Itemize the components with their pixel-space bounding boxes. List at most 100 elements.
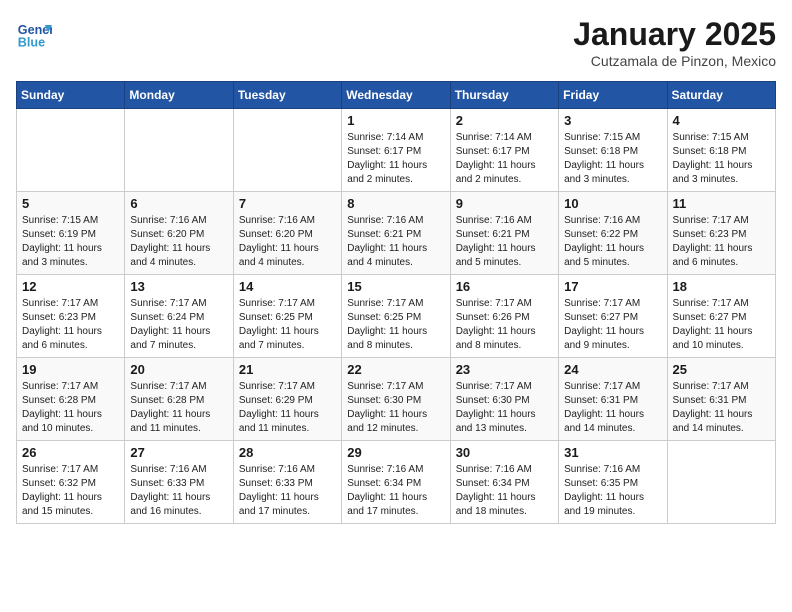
day-info: Sunrise: 7:14 AM Sunset: 6:17 PM Dayligh… [347,131,444,187]
calendar-cell: 18 Sunrise: 7:17 AM Sunset: 6:27 PM Dayli… [667,275,775,358]
calendar-cell: 31Sunrise: 7:16 AM Sunset: 6:35 PM Dayli… [559,441,667,524]
calendar-cell: 27 Sunrise: 7:16 AM Sunset: 6:33 PM Dayli… [125,441,233,524]
calendar-cell: 26Sunrise: 7:17 AM Sunset: 6:32 PM Dayli… [17,441,125,524]
day-number: 28 [239,445,336,460]
day-info: Sunrise: 7:17 AM Sunset: 6:28 PM Dayligh… [130,380,227,436]
day-info: Sunrise: 7:16 AM Sunset: 6:20 PM Dayligh… [239,214,336,270]
day-number: 25 [673,362,770,377]
day-info: Sunrise: 7:16 AM Sunset: 6:20 PM Dayligh… [130,214,227,270]
calendar-cell [667,441,775,524]
day-info: Sunrise: 7:17 AM Sunset: 6:27 PM Dayligh… [673,297,770,353]
calendar-week-2: 5Sunrise: 7:15 AM Sunset: 6:19 PM Daylig… [17,192,776,275]
day-info: Sunrise: 7:17 AM Sunset: 6:31 PM Dayligh… [673,380,770,436]
calendar-cell [233,109,341,192]
day-info: Sunrise: 7:16 AM Sunset: 6:35 PM Dayligh… [564,463,661,519]
day-info: Sunrise: 7:17 AM Sunset: 6:25 PM Dayligh… [239,297,336,353]
day-info: Sunrise: 7:17 AM Sunset: 6:24 PM Dayligh… [130,297,227,353]
day-number: 18 [673,279,770,294]
day-info: Sunrise: 7:17 AM Sunset: 6:30 PM Dayligh… [456,380,553,436]
day-number: 22 [347,362,444,377]
calendar-week-4: 19 Sunrise: 7:17 AM Sunset: 6:28 PM Dayli… [17,358,776,441]
day-info: Sunrise: 7:17 AM Sunset: 6:29 PM Dayligh… [239,380,336,436]
calendar-cell: 11 Sunrise: 7:17 AM Sunset: 6:23 PM Dayli… [667,192,775,275]
calendar-cell: 6 Sunrise: 7:16 AM Sunset: 6:20 PM Daylig… [125,192,233,275]
day-info: Sunrise: 7:17 AM Sunset: 6:28 PM Dayligh… [22,380,119,436]
calendar-table: SundayMondayTuesdayWednesdayThursdayFrid… [16,81,776,524]
day-info: Sunrise: 7:17 AM Sunset: 6:31 PM Dayligh… [564,380,661,436]
calendar-cell: 23 Sunrise: 7:17 AM Sunset: 6:30 PM Dayli… [450,358,558,441]
day-number: 14 [239,279,336,294]
location: Cutzamala de Pinzon, Mexico [573,53,776,69]
logo: General Blue [16,16,52,52]
calendar-cell: 25 Sunrise: 7:17 AM Sunset: 6:31 PM Dayli… [667,358,775,441]
calendar-cell: 5Sunrise: 7:15 AM Sunset: 6:19 PM Daylig… [17,192,125,275]
day-number: 11 [673,196,770,211]
calendar-cell: 8 Sunrise: 7:16 AM Sunset: 6:21 PM Daylig… [342,192,450,275]
day-number: 23 [456,362,553,377]
page-header: General Blue January 2025 Cutzamala de P… [16,16,776,69]
day-header-monday: Monday [125,82,233,109]
day-number: 7 [239,196,336,211]
day-header-friday: Friday [559,82,667,109]
day-info: Sunrise: 7:16 AM Sunset: 6:21 PM Dayligh… [347,214,444,270]
day-number: 20 [130,362,227,377]
calendar-cell: 1 Sunrise: 7:14 AM Sunset: 6:17 PM Daylig… [342,109,450,192]
day-number: 21 [239,362,336,377]
day-header-wednesday: Wednesday [342,82,450,109]
day-number: 10 [564,196,661,211]
day-number: 30 [456,445,553,460]
day-info: Sunrise: 7:15 AM Sunset: 6:18 PM Dayligh… [673,131,770,187]
day-header-sunday: Sunday [17,82,125,109]
day-info: Sunrise: 7:16 AM Sunset: 6:34 PM Dayligh… [347,463,444,519]
day-number: 6 [130,196,227,211]
calendar-cell: 2 Sunrise: 7:14 AM Sunset: 6:17 PM Daylig… [450,109,558,192]
day-number: 24 [564,362,661,377]
day-info: Sunrise: 7:16 AM Sunset: 6:33 PM Dayligh… [130,463,227,519]
calendar-week-5: 26Sunrise: 7:17 AM Sunset: 6:32 PM Dayli… [17,441,776,524]
day-info: Sunrise: 7:16 AM Sunset: 6:21 PM Dayligh… [456,214,553,270]
calendar-cell: 9 Sunrise: 7:16 AM Sunset: 6:21 PM Daylig… [450,192,558,275]
calendar-cell [125,109,233,192]
day-info: Sunrise: 7:17 AM Sunset: 6:25 PM Dayligh… [347,297,444,353]
month-title: January 2025 [573,16,776,53]
day-number: 9 [456,196,553,211]
calendar-cell: 12 Sunrise: 7:17 AM Sunset: 6:23 PM Dayli… [17,275,125,358]
day-number: 27 [130,445,227,460]
day-number: 29 [347,445,444,460]
day-number: 8 [347,196,444,211]
day-info: Sunrise: 7:15 AM Sunset: 6:18 PM Dayligh… [564,131,661,187]
day-info: Sunrise: 7:16 AM Sunset: 6:22 PM Dayligh… [564,214,661,270]
day-number: 3 [564,113,661,128]
day-info: Sunrise: 7:17 AM Sunset: 6:32 PM Dayligh… [22,463,119,519]
calendar-header-row: SundayMondayTuesdayWednesdayThursdayFrid… [17,82,776,109]
calendar-cell: 21 Sunrise: 7:17 AM Sunset: 6:29 PM Dayli… [233,358,341,441]
calendar-week-1: 1 Sunrise: 7:14 AM Sunset: 6:17 PM Daylig… [17,109,776,192]
day-info: Sunrise: 7:17 AM Sunset: 6:27 PM Dayligh… [564,297,661,353]
day-number: 4 [673,113,770,128]
day-number: 13 [130,279,227,294]
calendar-cell: 30Sunrise: 7:16 AM Sunset: 6:34 PM Dayli… [450,441,558,524]
calendar-week-3: 12 Sunrise: 7:17 AM Sunset: 6:23 PM Dayli… [17,275,776,358]
calendar-cell: 22 Sunrise: 7:17 AM Sunset: 6:30 PM Dayli… [342,358,450,441]
day-number: 19 [22,362,119,377]
calendar-cell: 7 Sunrise: 7:16 AM Sunset: 6:20 PM Daylig… [233,192,341,275]
day-number: 2 [456,113,553,128]
calendar-cell: 29 Sunrise: 7:16 AM Sunset: 6:34 PM Dayli… [342,441,450,524]
day-info: Sunrise: 7:14 AM Sunset: 6:17 PM Dayligh… [456,131,553,187]
day-info: Sunrise: 7:17 AM Sunset: 6:23 PM Dayligh… [673,214,770,270]
day-number: 16 [456,279,553,294]
day-number: 1 [347,113,444,128]
day-number: 17 [564,279,661,294]
logo-icon: General Blue [16,16,52,52]
day-info: Sunrise: 7:17 AM Sunset: 6:26 PM Dayligh… [456,297,553,353]
day-header-saturday: Saturday [667,82,775,109]
day-header-tuesday: Tuesday [233,82,341,109]
day-info: Sunrise: 7:16 AM Sunset: 6:33 PM Dayligh… [239,463,336,519]
day-number: 12 [22,279,119,294]
calendar-cell [17,109,125,192]
day-info: Sunrise: 7:17 AM Sunset: 6:23 PM Dayligh… [22,297,119,353]
day-info: Sunrise: 7:17 AM Sunset: 6:30 PM Dayligh… [347,380,444,436]
calendar-cell: 19 Sunrise: 7:17 AM Sunset: 6:28 PM Dayli… [17,358,125,441]
calendar-cell: 4 Sunrise: 7:15 AM Sunset: 6:18 PM Daylig… [667,109,775,192]
calendar-cell: 15Sunrise: 7:17 AM Sunset: 6:25 PM Dayli… [342,275,450,358]
